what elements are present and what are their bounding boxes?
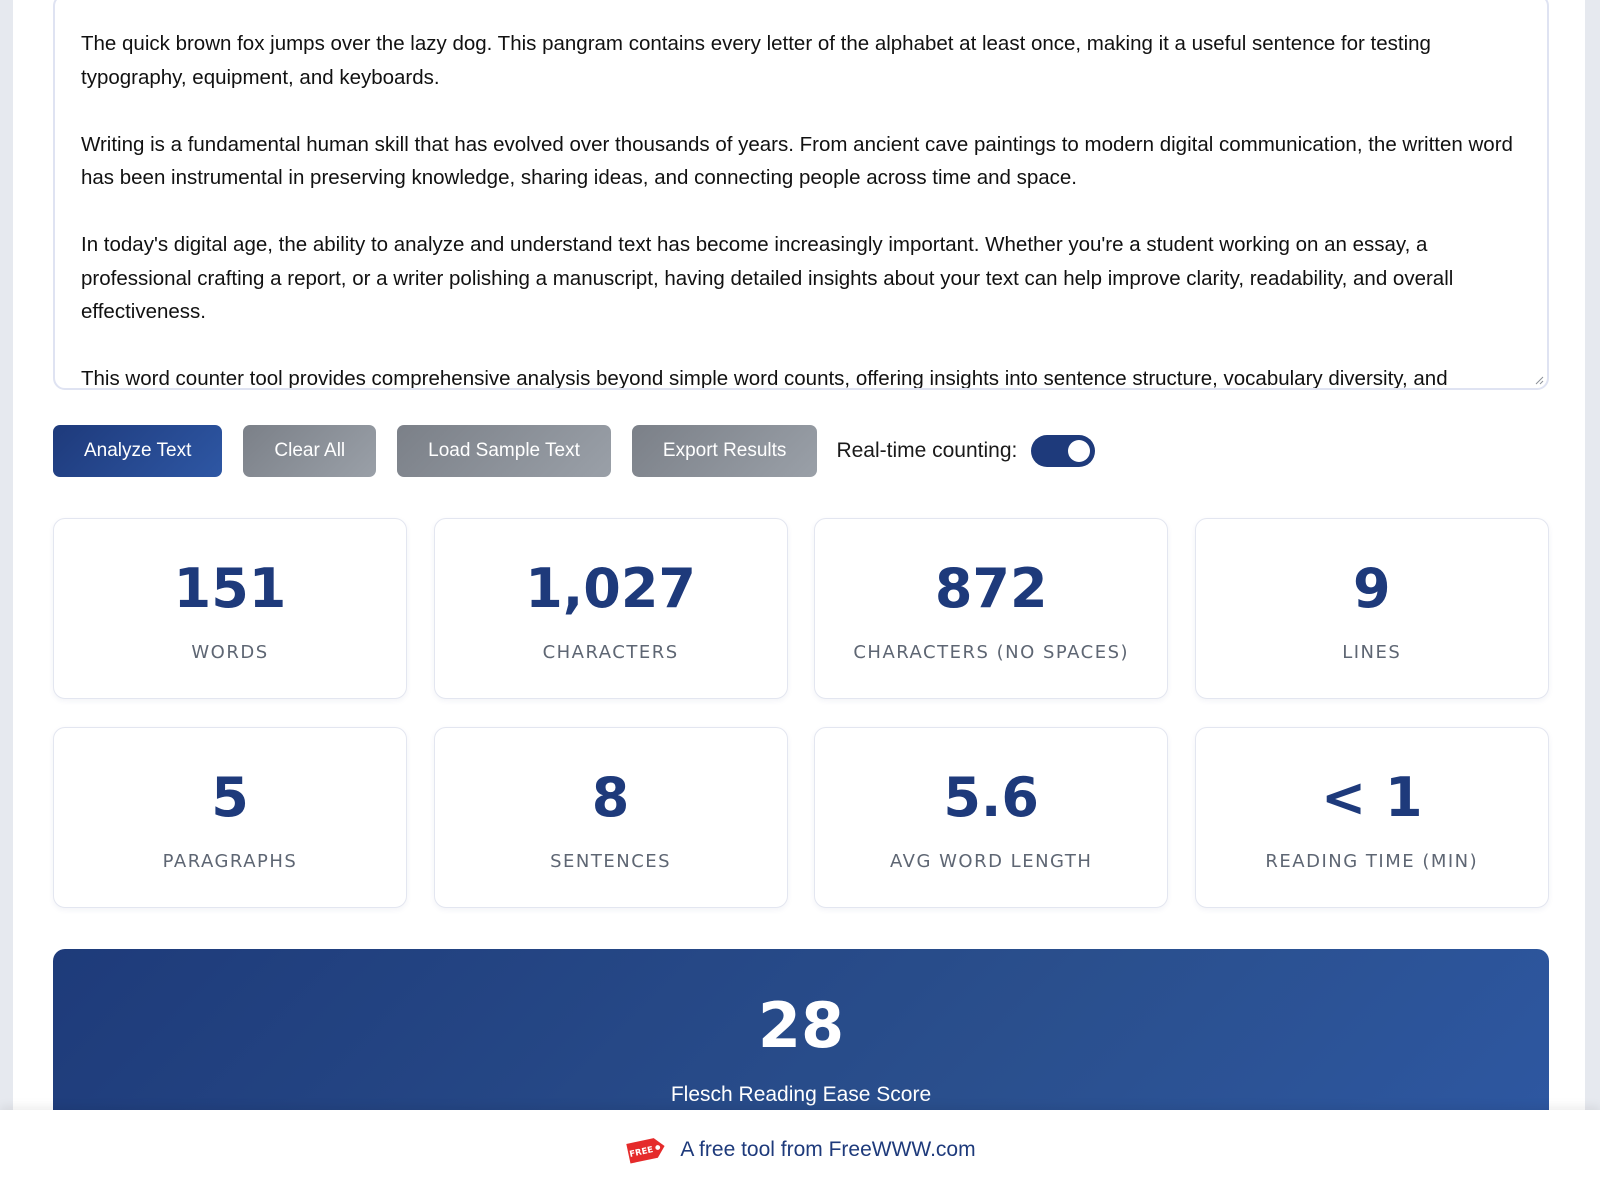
- readability-score-label: Flesch Reading Ease Score: [670, 1083, 932, 1106]
- footer: FREE A free tool from FreeWWW.com: [0, 1110, 1600, 1189]
- toggle-knob: [1068, 440, 1091, 462]
- stat-card-sentences: 8 SENTENCES: [433, 727, 788, 908]
- text-input-area[interactable]: The quick brown fox jumps over the lazy …: [53, 0, 1549, 390]
- stat-value: 5: [211, 766, 249, 829]
- stat-card-paragraphs: 5 PARAGRAPHS: [53, 727, 407, 908]
- stat-label: READING TIME (MIN): [1265, 851, 1479, 872]
- text-paragraph: Writing is a fundamental human skill tha…: [81, 132, 1513, 190]
- stat-label: SENTENCES: [550, 851, 672, 872]
- text-paragraph: This word counter tool provides comprehe…: [81, 367, 1448, 388]
- text-paragraph: The quick brown fox jumps over the lazy …: [81, 32, 1431, 89]
- realtime-counting-label: Real-time counting:: [836, 439, 1018, 462]
- text-paragraph: In today's digital age, the ability to a…: [81, 233, 1454, 323]
- analyze-text-button[interactable]: Analyze Text: [53, 425, 223, 477]
- stat-label: CHARACTERS (NO SPACES): [853, 642, 1130, 663]
- controls-bar: Analyze Text Clear All Load Sample Text …: [53, 425, 1096, 477]
- footer-credit-link[interactable]: A free tool from FreeWWW.com: [680, 1138, 975, 1162]
- stat-value: 9: [1352, 557, 1391, 620]
- main-content: The quick brown fox jumps over the lazy …: [13, 0, 1585, 1189]
- stat-label: PARAGRAPHS: [162, 851, 298, 872]
- stat-value: 872: [934, 557, 1048, 620]
- stat-value: < 1: [1320, 766, 1423, 829]
- stat-card-characters-no-spaces: 872 CHARACTERS (NO SPACES): [814, 518, 1169, 699]
- stat-card-avg-word-length: 5.6 AVG WORD LENGTH: [814, 727, 1169, 908]
- stat-label: WORDS: [191, 642, 269, 663]
- clear-all-button[interactable]: Clear All: [243, 425, 377, 477]
- load-sample-text-button[interactable]: Load Sample Text: [397, 425, 611, 477]
- stat-card-lines: 9 LINES: [1194, 518, 1549, 699]
- stat-value: 5.6: [943, 766, 1040, 829]
- realtime-counting-toggle[interactable]: [1031, 435, 1096, 467]
- stat-label: AVG WORD LENGTH: [889, 851, 1093, 872]
- stat-label: LINES: [1342, 642, 1402, 663]
- readability-score-value: 28: [757, 989, 845, 1062]
- stat-value: 1,027: [525, 557, 696, 620]
- stats-grid: 151 WORDS 1,027 CHARACTERS 872 CHARACTER…: [53, 518, 1549, 908]
- stat-card-reading-time: < 1 READING TIME (MIN): [1194, 727, 1549, 908]
- text-input[interactable]: The quick brown fox jumps over the lazy …: [55, 0, 1547, 388]
- stat-card-characters: 1,027 CHARACTERS: [433, 518, 788, 699]
- stat-card-words: 151 WORDS: [53, 518, 407, 699]
- stat-value: 8: [591, 766, 630, 829]
- free-tag-icon: FREE: [626, 1137, 665, 1164]
- stat-label: CHARACTERS: [542, 642, 679, 663]
- resize-handle-icon[interactable]: [1534, 375, 1544, 385]
- export-results-button[interactable]: Export Results: [631, 425, 818, 477]
- stat-value: 151: [173, 557, 287, 620]
